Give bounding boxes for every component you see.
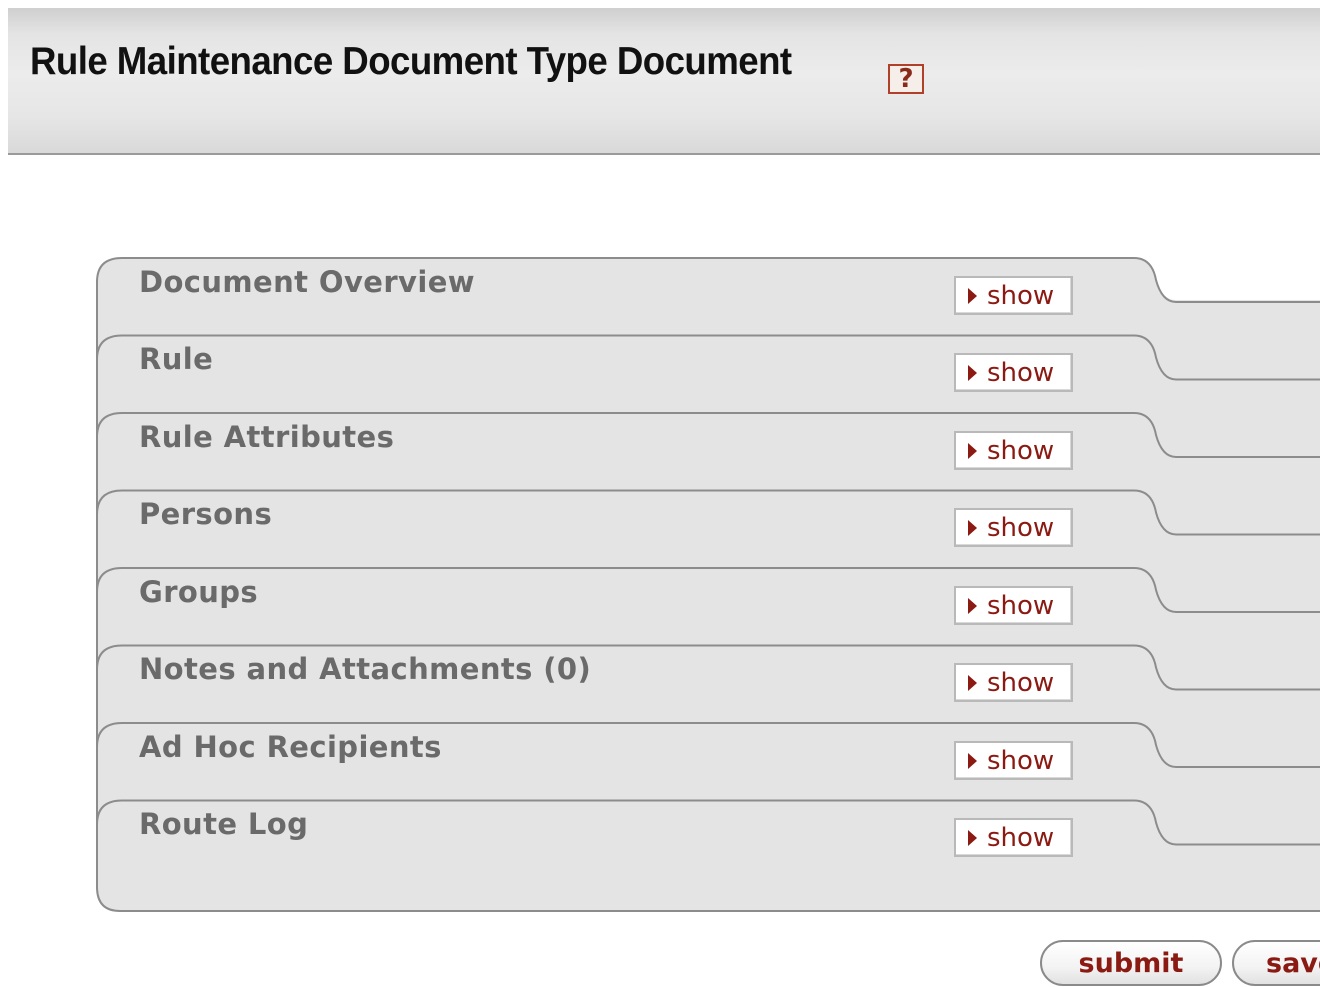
- panel-title-route-log: Route Log: [139, 807, 309, 841]
- panel-document-overview: Document Overview show: [96, 256, 1320, 334]
- panel-title-ad-hoc-recipients: Ad Hoc Recipients: [139, 730, 442, 764]
- panel-title-document-overview: Document Overview: [139, 265, 475, 299]
- show-button-rule[interactable]: show: [954, 353, 1073, 392]
- show-button-label: show: [987, 590, 1055, 621]
- panel-ad-hoc-recipients: Ad Hoc Recipients show: [96, 721, 1320, 799]
- show-button-label: show: [987, 357, 1055, 388]
- expand-triangle-icon: [968, 519, 977, 536]
- panel-title-groups: Groups: [139, 575, 259, 609]
- show-button-ad-hoc-recipients[interactable]: show: [954, 741, 1073, 780]
- panel-rule: Rule show: [96, 333, 1320, 411]
- panel-route-log: Route Log show: [96, 798, 1320, 876]
- show-button-label: show: [987, 822, 1055, 853]
- panel-title-rule-attributes: Rule Attributes: [139, 420, 395, 454]
- page: Rule Maintenance Document Type Document …: [0, 0, 1320, 987]
- expand-triangle-icon: [968, 597, 977, 614]
- show-button-notes-and-attachments[interactable]: show: [954, 663, 1073, 702]
- panel-title-persons: Persons: [139, 497, 273, 531]
- page-title: Rule Maintenance Document Type Document: [30, 40, 792, 83]
- show-button-groups[interactable]: show: [954, 586, 1073, 625]
- help-icon[interactable]: ?: [888, 64, 924, 94]
- panel-groups: Groups show: [96, 566, 1320, 644]
- show-button-label: show: [987, 512, 1055, 543]
- panel-title-rule: Rule: [139, 342, 214, 376]
- submit-button[interactable]: submit: [1040, 940, 1222, 986]
- show-button-rule-attributes[interactable]: show: [954, 431, 1073, 470]
- page-header: Rule Maintenance Document Type Document …: [8, 8, 1320, 155]
- panel-title-notes-and-attachments: Notes and Attachments (0): [139, 652, 592, 686]
- show-button-label: show: [987, 435, 1055, 466]
- expand-triangle-icon: [968, 442, 977, 459]
- expand-triangle-icon: [968, 829, 977, 846]
- panel-notes-and-attachments: Notes and Attachments (0) show: [96, 643, 1320, 721]
- show-button-persons[interactable]: show: [954, 508, 1073, 547]
- expand-triangle-icon: [968, 674, 977, 691]
- panel-persons: Persons show: [96, 488, 1320, 566]
- panel-rule-attributes: Rule Attributes show: [96, 411, 1320, 489]
- expand-triangle-icon: [968, 364, 977, 381]
- show-button-label: show: [987, 667, 1055, 698]
- show-button-label: show: [987, 280, 1055, 311]
- show-button-route-log[interactable]: show: [954, 818, 1073, 857]
- document-panels: Document Overview show Rule show Rule At…: [96, 256, 1320, 913]
- show-button-document-overview[interactable]: show: [954, 276, 1073, 315]
- save-button[interactable]: save: [1232, 940, 1320, 986]
- expand-triangle-icon: [968, 287, 977, 304]
- show-button-label: show: [987, 745, 1055, 776]
- expand-triangle-icon: [968, 752, 977, 769]
